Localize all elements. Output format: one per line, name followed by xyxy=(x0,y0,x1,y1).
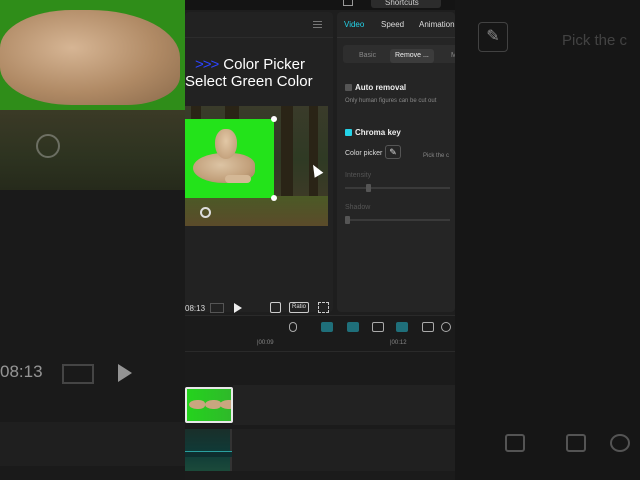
ruler-tick: |00:09 xyxy=(257,340,274,346)
bg-eyedropper-icon: ✎ xyxy=(478,22,508,52)
player-header xyxy=(185,12,333,38)
properties-panel: Video Speed Animation Basic Remove ... M… xyxy=(337,12,455,312)
lion-thumb xyxy=(205,400,221,409)
tab-video[interactable]: Video xyxy=(344,20,364,29)
fit-icon[interactable] xyxy=(270,302,281,313)
tree-trunk xyxy=(309,106,318,196)
panel-tabs: Video Speed Animation xyxy=(337,12,455,38)
timeline-toolbar xyxy=(185,316,455,338)
rotate-icon[interactable] xyxy=(200,207,211,218)
lion-thumb xyxy=(220,400,231,409)
bg-split-icon xyxy=(505,434,525,452)
chroma-key-label: Chroma key xyxy=(355,128,401,137)
play-button[interactable] xyxy=(234,303,242,313)
bg-lion-image xyxy=(0,10,180,105)
green-screen-clip-thumb[interactable] xyxy=(185,387,233,423)
bg-sync-icon xyxy=(36,134,60,158)
eyedropper-icon[interactable]: ✎ xyxy=(385,145,401,159)
split-icon[interactable] xyxy=(396,322,408,332)
resize-handle-top-right[interactable] xyxy=(271,116,277,122)
bg-forest-image xyxy=(0,110,185,190)
overlay-line-1: Color Picker xyxy=(223,56,305,73)
subtab-bar: Basic Remove ... M xyxy=(343,45,455,63)
color-picker-label: Color picker xyxy=(345,150,383,157)
clip-audio-strip xyxy=(185,451,232,457)
auto-removal-hint: Only human figures can be cut out xyxy=(345,98,437,104)
grid-icon[interactable] xyxy=(210,303,224,313)
main-track xyxy=(232,429,455,471)
fullscreen-icon[interactable] xyxy=(318,302,329,313)
top-bar: Shortcuts xyxy=(185,0,455,10)
microphone-icon[interactable] xyxy=(289,322,297,332)
link-icon[interactable] xyxy=(321,322,333,332)
intensity-slider[interactable] xyxy=(345,184,450,192)
overlay-arrows: >>> xyxy=(195,56,219,73)
shortcuts-button[interactable]: Shortcuts xyxy=(371,0,441,8)
intensity-label: Intensity xyxy=(345,172,372,179)
shadow-slider[interactable] xyxy=(345,216,450,224)
auto-removal-label: Auto removal xyxy=(355,83,407,92)
bg-play-icon xyxy=(118,364,132,382)
intensity-knob[interactable] xyxy=(366,184,371,192)
bg-zoom-out-icon xyxy=(610,434,630,452)
bg-time: 08:13 xyxy=(0,362,43,381)
lion-thumb xyxy=(189,400,205,409)
overlay-track xyxy=(233,385,455,425)
player-panel: >>> Color Picker Select Green Color 08:13… xyxy=(185,12,333,313)
bg-ruler-icon xyxy=(566,434,586,452)
ruler-tick: |00:12 xyxy=(390,340,407,346)
bg-grid-icon xyxy=(62,364,94,384)
bg-picker-hint: Pick the c xyxy=(562,32,628,49)
shadow-knob[interactable] xyxy=(345,216,350,224)
tab-speed[interactable]: Speed xyxy=(381,20,404,29)
overlay-line-2: Select Green Color xyxy=(185,73,313,90)
capcut-editor: Shortcuts >>> Color Picker Select Green C… xyxy=(185,0,455,480)
auto-removal-checkbox[interactable] xyxy=(345,84,352,91)
tab-animation[interactable]: Animation xyxy=(419,20,455,29)
tree-trunk xyxy=(281,106,293,196)
ruler-icon[interactable] xyxy=(422,322,434,332)
subtab-basic[interactable]: Basic xyxy=(359,49,376,63)
overlay-title: >>> Color Picker xyxy=(195,56,305,73)
ratio-button[interactable]: Ratio xyxy=(289,302,309,313)
current-time: 08:13 xyxy=(185,304,206,313)
subtab-remove[interactable]: Remove ... xyxy=(390,49,434,63)
shadow-label: Shadow xyxy=(345,204,371,211)
subtab-more[interactable]: M xyxy=(451,49,455,63)
resize-handle-bottom-right[interactable] xyxy=(271,195,277,201)
snap-icon[interactable] xyxy=(347,322,359,332)
lion-head xyxy=(215,129,237,159)
zoom-out-icon[interactable] xyxy=(441,322,451,332)
timeline-ruler: |00:09 |00:12 xyxy=(185,338,455,352)
timeline: |00:09 |00:12 xyxy=(185,315,455,480)
forest-clip-thumb[interactable] xyxy=(185,429,232,471)
chroma-key-checkbox[interactable] xyxy=(345,129,352,136)
layout-icon[interactable] xyxy=(343,0,353,6)
chain-icon[interactable] xyxy=(372,322,384,332)
bg-right-panel xyxy=(455,0,640,480)
menu-icon[interactable] xyxy=(313,21,322,28)
picker-hint: Pick the c xyxy=(423,153,450,159)
lion-paw xyxy=(225,175,251,183)
